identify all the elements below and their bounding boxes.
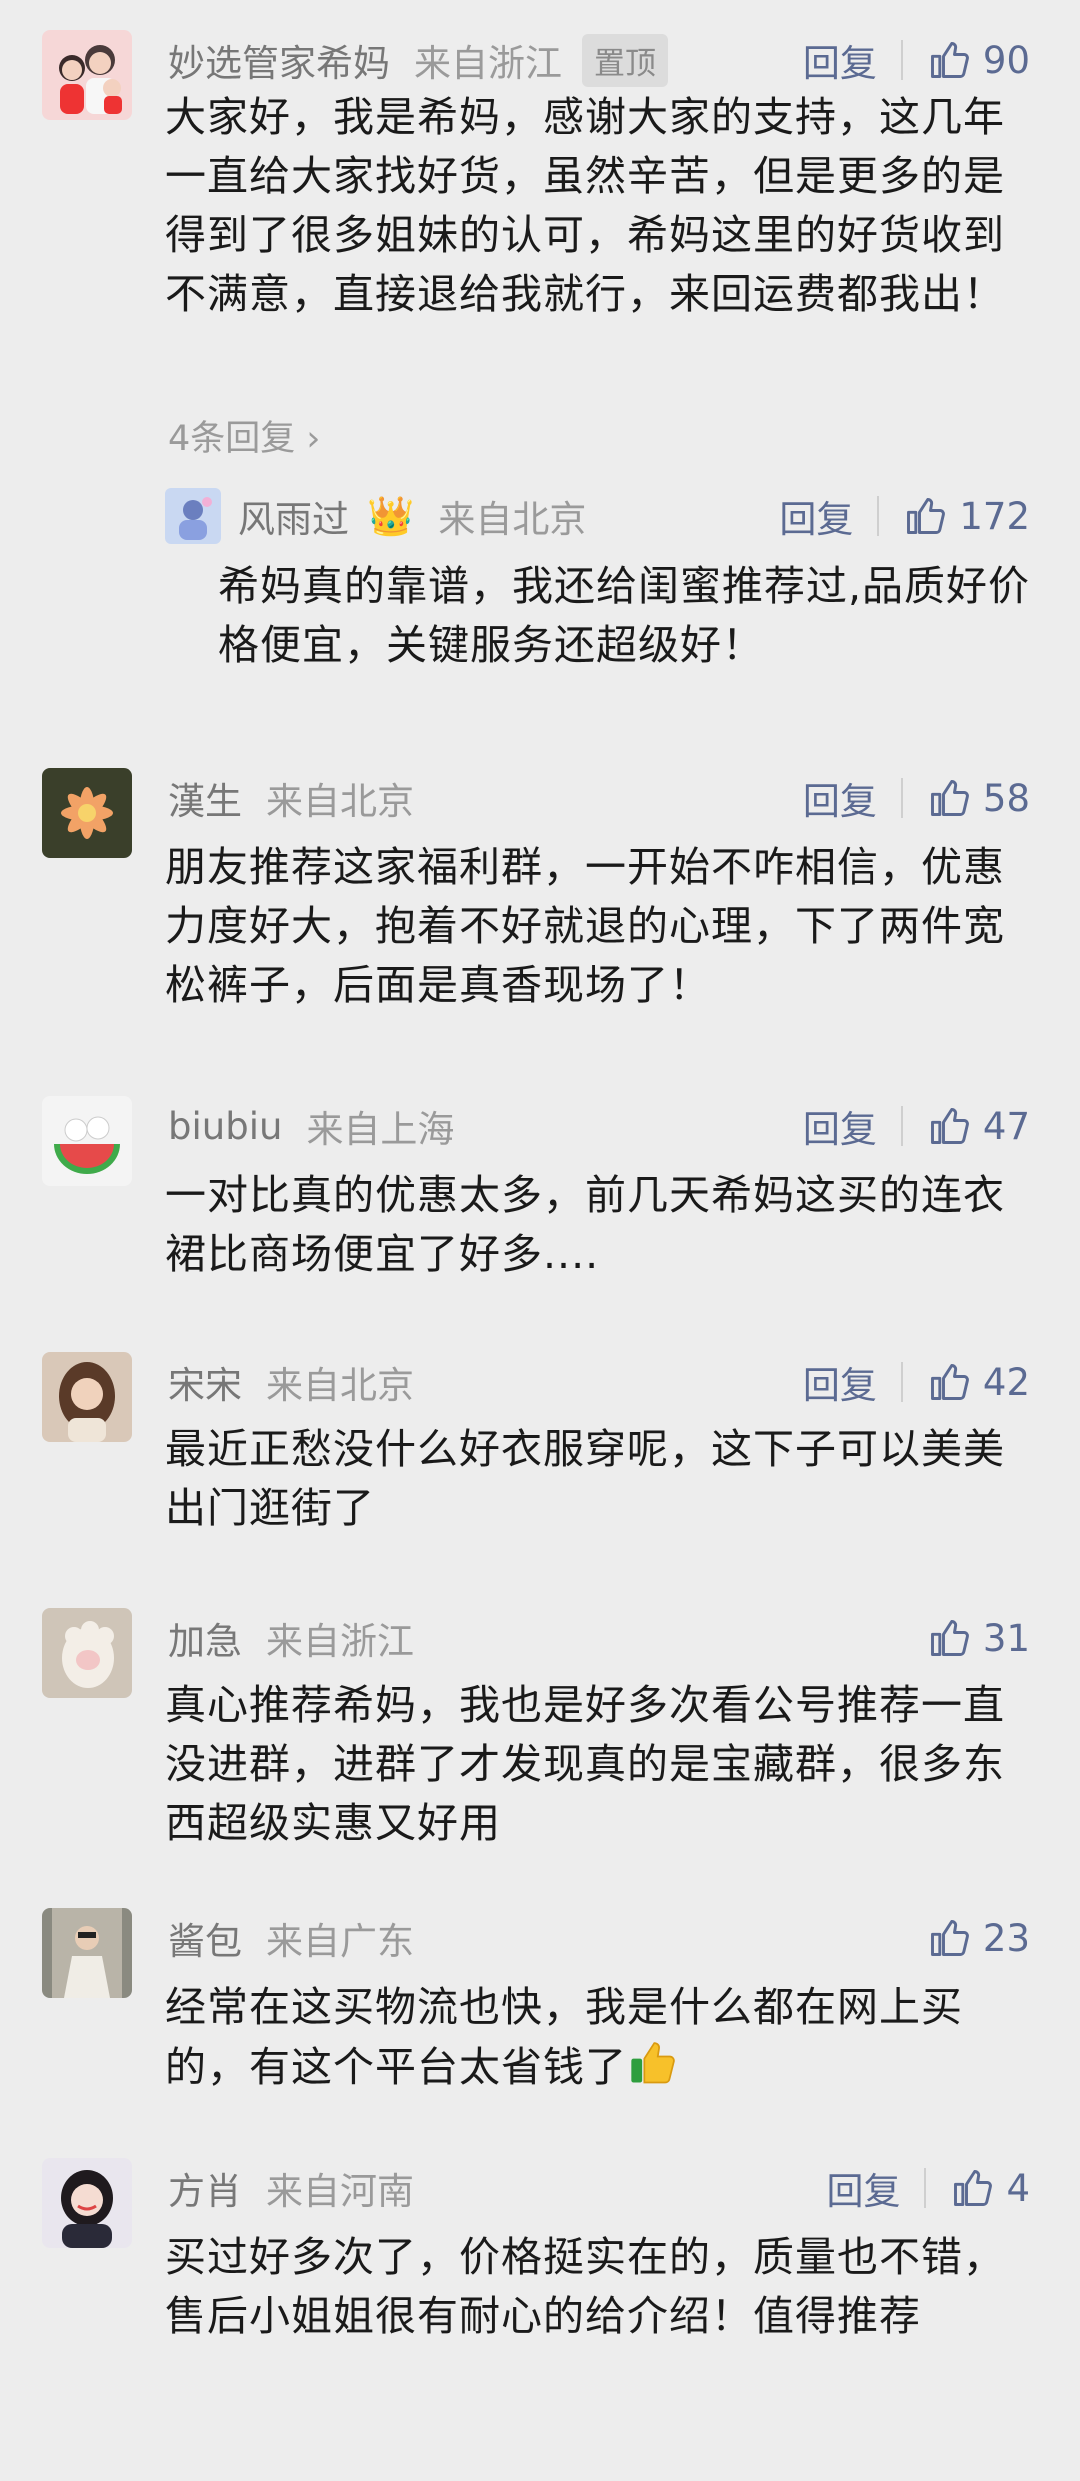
comment-meta: biubiu 来自上海 [168, 1096, 454, 1156]
comment-location: 来自北京 [266, 780, 414, 823]
avatar[interactable] [42, 1908, 132, 1998]
comment-author[interactable]: 方肖 [168, 2161, 242, 2215]
pinned-badge: 置顶 [582, 33, 668, 87]
reply-button[interactable]: 回复 [803, 33, 877, 87]
comment-actions: 回复 42 [803, 1352, 1030, 1412]
thumbs-up-icon[interactable] [950, 2166, 994, 2210]
avatar[interactable] [42, 1352, 132, 1442]
avatar[interactable] [42, 2158, 132, 2248]
reply-button[interactable]: 回复 [803, 771, 877, 825]
comment-meta: 方肖 来自河南 [168, 2158, 414, 2218]
comment-meta: 宋宋 来自北京 [168, 1352, 414, 1412]
like-count: 42 [982, 1360, 1030, 1404]
comment-location: 来自上海 [306, 1108, 455, 1151]
reply-meta: 风雨过 👑 来自北京 [238, 486, 586, 546]
comment-meta: 酱包 来自广东 [168, 1908, 414, 1968]
reply-button[interactable]: 回复 [779, 489, 853, 543]
comment-text: 真心推荐希妈，我也是好多次看公号推荐一直没进群，进群了才发现真的是宝藏群，很多东… [165, 1681, 1005, 1847]
like-count: 58 [982, 776, 1030, 820]
thumbs-up-icon[interactable] [927, 38, 971, 82]
avatar[interactable] [42, 1608, 132, 1698]
chevron-right-icon: › [295, 419, 321, 459]
avatar[interactable] [42, 1096, 132, 1186]
comment-actions: 回复 90 [803, 30, 1030, 90]
comment-text: 最近正愁没什么好衣服穿呢，这下子可以美美出门逛街了 [165, 1425, 1005, 1532]
comment-actions: 回复 4 [826, 2158, 1030, 2218]
like-count: 172 [959, 494, 1030, 538]
divider [900, 1362, 903, 1402]
comment-text: 经常在这买物流也快，我是什么都在网上买的，有这个平台太省钱了 [165, 1978, 1025, 2097]
comment-text: 一对比真的优惠太多，前几天希妈这买的连衣裙比商场便宜了好多.... [165, 1171, 1005, 1278]
avatar[interactable] [165, 488, 221, 544]
like-count: 90 [982, 38, 1030, 82]
comment-text-content: 经常在这买物流也快，我是什么都在网上买的，有这个平台太省钱了 [165, 1983, 963, 2091]
thumbs-up-icon[interactable] [927, 1360, 971, 1404]
comment-actions: 23 [927, 1908, 1030, 1968]
comment-meta: 妙选管家希妈 来自浙江 置顶 [168, 30, 668, 90]
comment-location: 来自浙江 [414, 42, 562, 85]
comment-location: 来自广东 [266, 1920, 414, 1963]
like-count: 47 [982, 1104, 1030, 1148]
more-replies-label: 4条回复 [168, 419, 296, 459]
divider [877, 496, 880, 536]
reply-author[interactable]: 风雨过 [238, 489, 349, 543]
divider [924, 2168, 927, 2208]
divider [900, 40, 903, 80]
comment-text: 大家好，我是希妈，感谢大家的支持，这几年一直给大家找好货，虽然辛苦，但是更多的是… [165, 93, 1005, 318]
thumbs-up-icon[interactable] [927, 1916, 971, 1960]
comment-author[interactable]: 漢生 [168, 771, 242, 825]
divider [900, 1106, 903, 1146]
thumbs-up-icon[interactable] [927, 1616, 971, 1660]
reply-button[interactable]: 回复 [803, 1355, 877, 1409]
thumbs-up-icon[interactable] [927, 1104, 971, 1148]
thumbs-up-icon[interactable] [927, 776, 971, 820]
like-count: 31 [982, 1616, 1030, 1660]
reply-text: 希妈真的靠谱，我还给闺蜜推荐过,品质好价格便宜，关键服务还超级好！ [218, 562, 1031, 669]
reply-button[interactable]: 回复 [826, 2161, 900, 2215]
comment-author[interactable]: 酱包 [168, 1911, 242, 1965]
avatar[interactable] [42, 30, 132, 120]
comment-text: 朋友推荐这家福利群，一开始不咋相信，优惠力度好大，抱着不好就退的心理，下了两件宽… [165, 843, 1005, 1009]
like-count: 4 [1006, 2166, 1030, 2210]
comment-location: 来自河南 [266, 2170, 414, 2213]
comment-author[interactable]: biubiu [168, 1105, 282, 1148]
reply-actions: 回复 172 [779, 486, 1030, 546]
thumbs-up-icon[interactable] [903, 494, 947, 538]
more-replies-link[interactable]: 4条回复 › [168, 410, 320, 461]
reply-button[interactable]: 回复 [803, 1099, 877, 1153]
like-count: 23 [982, 1916, 1030, 1960]
comment-text: 买过好多次了，价格挺实在的，质量也不错，售后小姐姐很有耐心的给介绍！值得推荐 [165, 2233, 1005, 2340]
comment-actions: 回复 47 [803, 1096, 1030, 1156]
avatar[interactable] [42, 768, 132, 858]
comment-location: 来自北京 [266, 1364, 414, 1407]
comment-list: 妙选管家希妈 来自浙江 置顶 回复 90 大家好，我是希妈，感谢大家的支持，这几… [0, 0, 1080, 2481]
thumbs-up-emoji-icon [627, 2037, 679, 2089]
comment-author[interactable]: 加急 [168, 1611, 242, 1665]
reply-location: 来自北京 [438, 498, 587, 541]
comment-meta: 加急 来自浙江 [168, 1608, 414, 1668]
comment-author[interactable]: 妙选管家希妈 [168, 33, 390, 87]
divider [900, 778, 903, 818]
comment-actions: 31 [927, 1608, 1030, 1668]
comment-actions: 回复 58 [803, 768, 1030, 828]
comment-location: 来自浙江 [266, 1620, 414, 1663]
comment-meta: 漢生 来自北京 [168, 768, 414, 828]
comment-author[interactable]: 宋宋 [168, 1355, 242, 1409]
crown-icon: 👑 [367, 493, 415, 538]
